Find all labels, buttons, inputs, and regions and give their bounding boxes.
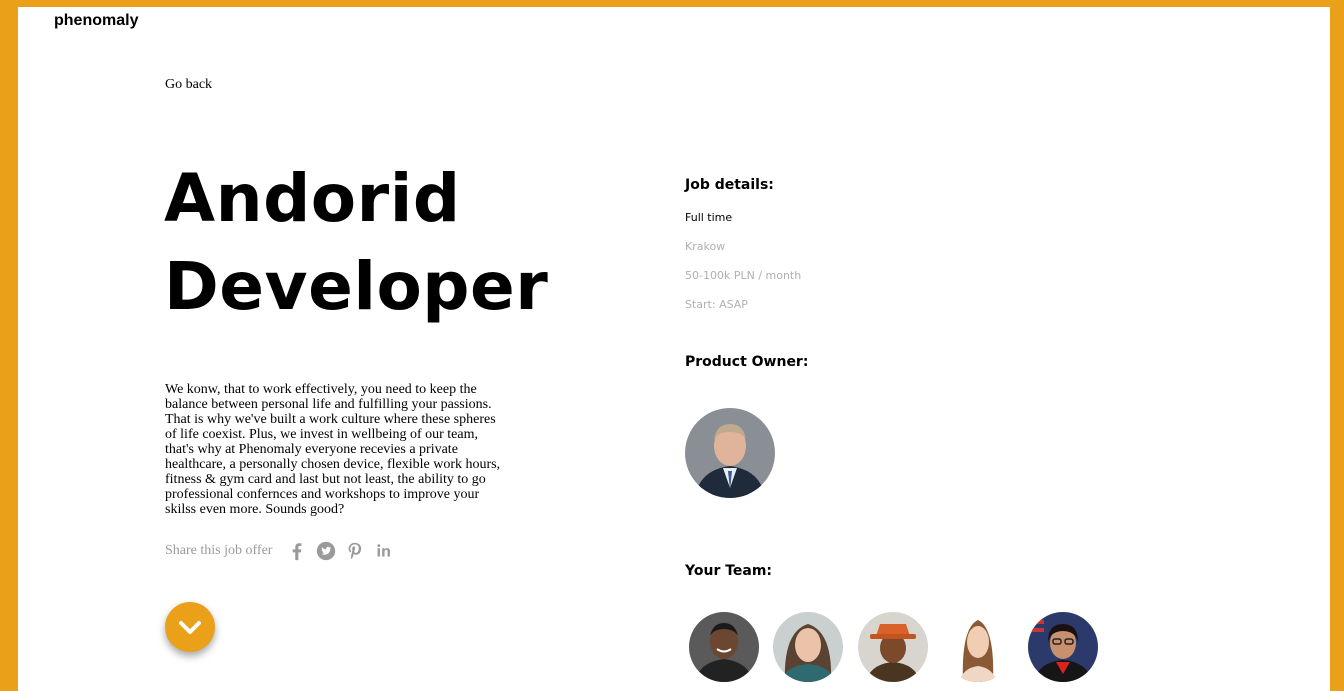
page-frame: phenomaly Go back Andorid Developer We k…	[18, 7, 1330, 691]
go-back-link[interactable]: Go back	[165, 77, 212, 93]
linkedin-icon[interactable]	[373, 540, 395, 562]
pinterest-icon[interactable]	[344, 540, 366, 562]
team-member-avatar[interactable]	[943, 612, 1013, 682]
share-label: Share this job offer	[165, 543, 273, 558]
team-member-avatar[interactable]	[773, 612, 843, 682]
twitter-icon[interactable]	[315, 540, 337, 562]
share-bar: Share this job offer	[165, 540, 402, 562]
chevron-down-icon	[179, 621, 201, 634]
team-member-avatar[interactable]	[689, 612, 759, 682]
job-description: We konw, that to work effectively, you n…	[165, 382, 501, 517]
team-member-avatar[interactable]	[1028, 612, 1098, 682]
job-location: Krakow	[685, 240, 726, 253]
team-heading: Your Team:	[685, 563, 773, 579]
job-salary: 50-100k PLN / month	[685, 269, 802, 282]
job-title: Andorid Developer	[164, 155, 548, 331]
logo[interactable]: phenomaly	[54, 12, 138, 30]
scroll-down-button[interactable]	[165, 602, 215, 652]
team-member-avatar[interactable]	[858, 612, 928, 682]
product-owner-avatar[interactable]	[685, 408, 775, 498]
product-owner-heading: Product Owner:	[685, 354, 809, 370]
facebook-icon[interactable]	[286, 540, 308, 562]
job-details-heading: Job details:	[685, 177, 774, 193]
job-title-line-1: Andorid	[164, 160, 461, 237]
job-type: Full time	[685, 211, 733, 224]
job-title-line-2: Developer	[164, 248, 549, 325]
job-start: Start: ASAP	[685, 298, 748, 311]
